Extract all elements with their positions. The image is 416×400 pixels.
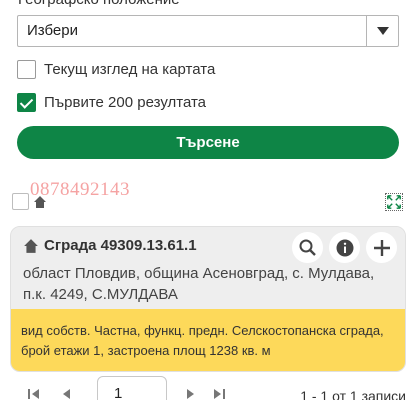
select-all-row[interactable]	[12, 193, 47, 210]
location-select-value: Избери	[27, 22, 78, 39]
result-title-row: Сграда 49309.13.61.1	[23, 237, 197, 254]
location-select[interactable]: Избери	[17, 15, 399, 47]
zoom-button[interactable]	[292, 232, 323, 263]
result-card[interactable]: Сграда 49309.13.61.1 област Пловдив, общ…	[10, 226, 406, 372]
location-label: Географско положение	[18, 0, 180, 8]
first-200-results-checkbox[interactable]	[17, 93, 36, 112]
page-number: 1	[114, 385, 123, 400]
first-200-results-label: Първите 200 резултата	[44, 94, 206, 111]
plus-icon	[373, 239, 390, 256]
result-actions	[292, 232, 397, 263]
result-address: област Пловдив, община Асеновград, с. Му…	[23, 265, 375, 303]
info-button[interactable]	[329, 232, 360, 263]
first-200-results-option[interactable]: Първите 200 резултата	[17, 93, 206, 112]
search-icon	[299, 239, 316, 256]
next-page-icon[interactable]	[183, 387, 197, 400]
prev-page-icon[interactable]	[60, 387, 74, 400]
page-number-input[interactable]: 1	[97, 376, 167, 400]
result-details: вид собств. Частна, функц. предн. Селско…	[11, 309, 405, 371]
first-page-icon[interactable]	[27, 387, 41, 400]
expand-icon[interactable]	[385, 193, 403, 211]
house-icon	[34, 195, 46, 208]
current-map-view-option[interactable]: Текущ изглед на картата	[17, 60, 215, 79]
result-title: Сграда 49309.13.61.1	[44, 237, 197, 254]
info-icon	[336, 239, 353, 256]
search-button[interactable]: Търсене	[17, 126, 399, 159]
pagination-info: 1 - 1 от 1 записи	[300, 388, 406, 400]
current-map-view-label: Текущ изглед на картата	[44, 61, 216, 78]
result-card-header: Сграда 49309.13.61.1 област Пловдив, общ…	[11, 227, 405, 309]
add-button[interactable]	[366, 232, 397, 263]
house-icon	[24, 238, 38, 253]
current-map-view-checkbox[interactable]	[17, 60, 36, 79]
select-all-checkbox[interactable]	[12, 193, 29, 210]
chevron-down-icon[interactable]	[366, 16, 398, 46]
last-page-icon[interactable]	[212, 387, 226, 400]
